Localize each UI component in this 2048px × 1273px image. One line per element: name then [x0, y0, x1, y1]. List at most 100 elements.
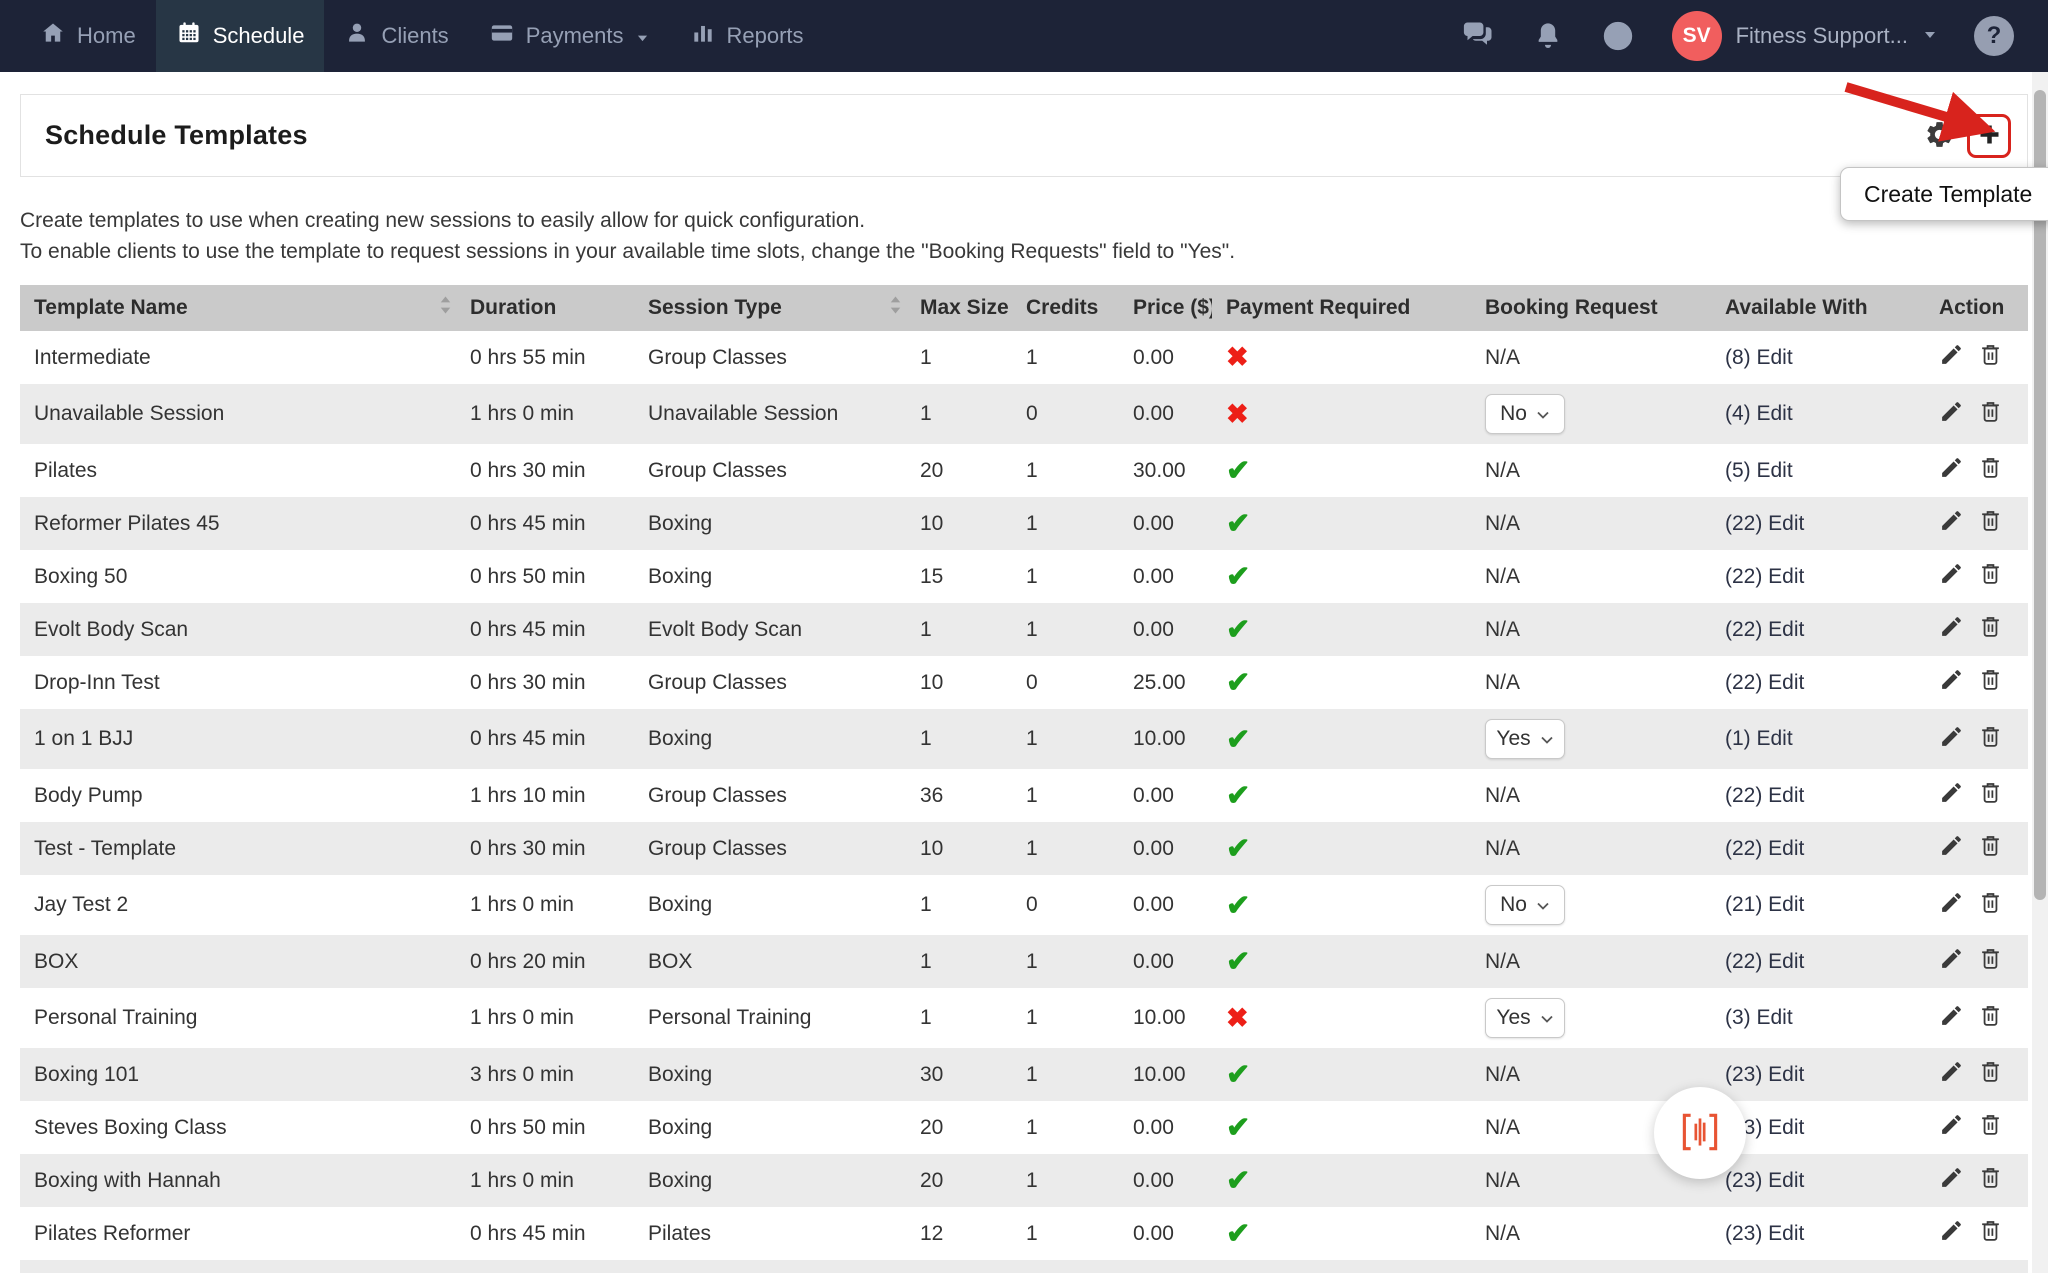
delete-row-button[interactable]: [1978, 946, 2003, 974]
delete-row-button[interactable]: [1978, 508, 2003, 536]
nav-item-schedule[interactable]: Schedule: [156, 0, 325, 72]
available-with-edit-link[interactable]: (23) Edit: [1725, 1169, 1804, 1192]
edit-row-button[interactable]: [1939, 614, 1964, 642]
cell-price: 0.00: [1119, 769, 1212, 822]
edit-row-button[interactable]: [1939, 780, 1964, 808]
available-with-edit-link[interactable]: (1) Edit: [1725, 727, 1793, 750]
delete-row-button[interactable]: [1978, 342, 2003, 370]
edit-row-button[interactable]: [1939, 399, 1964, 427]
available-with-edit-link[interactable]: (22) Edit: [1725, 784, 1804, 807]
edit-row-button[interactable]: [1939, 455, 1964, 483]
edit-row-button[interactable]: [1939, 342, 1964, 370]
edit-row-button[interactable]: [1939, 508, 1964, 536]
scan-fab-button[interactable]: [1654, 1087, 1746, 1179]
cell-max-size-text: 1: [920, 950, 932, 973]
bell-icon[interactable]: [1532, 20, 1564, 52]
column-header-session-type[interactable]: Session Type: [634, 285, 906, 331]
available-with-edit-link[interactable]: (4) Edit: [1725, 402, 1793, 425]
column-header-template-name[interactable]: Template Name: [20, 285, 456, 331]
create-template-button[interactable]: [1967, 114, 2011, 158]
booking-request-select[interactable]: No: [1485, 394, 1565, 434]
available-with-edit-link[interactable]: (23) Edit: [1725, 1063, 1804, 1086]
vertical-scrollbar[interactable]: [2032, 72, 2048, 1273]
delete-row-button[interactable]: [1978, 561, 2003, 589]
booking-request-text: N/A: [1485, 1169, 1520, 1192]
pencil-icon: [1939, 1125, 1964, 1140]
cell-template-name-text: Pilates: [34, 459, 97, 482]
available-with-edit-link[interactable]: (5) Edit: [1725, 459, 1793, 482]
available-with-edit-link[interactable]: (22) Edit: [1725, 837, 1804, 860]
trash-icon: [1978, 903, 2003, 918]
available-with-edit-link[interactable]: (3) Edit: [1725, 1006, 1793, 1029]
available-with-edit-link[interactable]: (22) Edit: [1725, 671, 1804, 694]
available-with-edit-link[interactable]: (22) Edit: [1725, 950, 1804, 973]
edit-row-button[interactable]: [1939, 1112, 1964, 1140]
trash-icon: [1978, 627, 2003, 642]
pencil-icon: [1939, 1178, 1964, 1193]
edit-row-button[interactable]: [1939, 890, 1964, 918]
booking-request-text: N/A: [1485, 784, 1520, 807]
delete-row-button[interactable]: [1978, 780, 2003, 808]
available-with-edit-link[interactable]: (22) Edit: [1725, 618, 1804, 641]
cell-payment-required: ✔: [1212, 935, 1471, 988]
nav-item-home[interactable]: Home: [20, 0, 156, 72]
help-icon[interactable]: ?: [1974, 16, 2014, 56]
cell-duration: 0 hrs 45 min: [456, 497, 634, 550]
booking-request-text: N/A: [1485, 618, 1520, 641]
booking-request-select[interactable]: No: [1485, 885, 1565, 925]
settings-button[interactable]: [1924, 119, 1955, 153]
delete-row-button[interactable]: [1978, 724, 2003, 752]
edit-row-button[interactable]: [1939, 1218, 1964, 1246]
cell-template-name: Evolt Body Scan: [20, 603, 456, 656]
cell-duration: 1 hrs 0 min: [456, 988, 634, 1048]
sort-icon[interactable]: [889, 296, 902, 321]
cell-payment-required: ✔: [1212, 550, 1471, 603]
edit-row-button[interactable]: [1939, 561, 1964, 589]
cell-action: [1925, 550, 2028, 603]
delete-row-button[interactable]: [1978, 455, 2003, 483]
chat-icon[interactable]: [1460, 18, 1496, 54]
edit-row-button[interactable]: [1939, 833, 1964, 861]
nav-item-reports[interactable]: Reports: [670, 0, 824, 72]
edit-row-button[interactable]: [1939, 724, 1964, 752]
delete-row-button[interactable]: [1978, 1165, 2003, 1193]
nav-item-payments[interactable]: Payments: [469, 0, 670, 72]
delete-row-button[interactable]: [1978, 1112, 2003, 1140]
account-menu[interactable]: SV Fitness Support...: [1672, 11, 1938, 61]
delete-row-button[interactable]: [1978, 399, 2003, 427]
available-with-edit-link[interactable]: (23) Edit: [1725, 1222, 1804, 1245]
edit-row-button[interactable]: [1939, 946, 1964, 974]
nav-item-clients[interactable]: Clients: [324, 0, 468, 72]
available-with-edit-link[interactable]: (8) Edit: [1725, 346, 1793, 369]
edit-row-button[interactable]: [1939, 667, 1964, 695]
sort-icon[interactable]: [439, 296, 452, 321]
delete-row-button[interactable]: [1978, 890, 2003, 918]
delete-row-button[interactable]: [1978, 1218, 2003, 1246]
delete-row-button[interactable]: [1978, 667, 2003, 695]
booking-request-text: N/A: [1485, 565, 1520, 588]
delete-row-button[interactable]: [1978, 1003, 2003, 1031]
clock-icon[interactable]: [1600, 18, 1636, 54]
column-header-label: Template Name: [34, 296, 188, 319]
cell-credits-text: 1: [1026, 1222, 1038, 1245]
table-row: Boxing 1013 hrs 0 minBoxing30110.00✔N/A(…: [20, 1048, 2028, 1101]
available-with-edit-link[interactable]: (21) Edit: [1725, 893, 1804, 916]
cell-credits: 1: [1012, 603, 1119, 656]
payment-required-check-icon: ✔: [1226, 561, 1250, 593]
table-row: Intermediate0 hrs 55 minGroup Classes110…: [20, 331, 2028, 384]
available-with-edit-link[interactable]: (22) Edit: [1725, 565, 1804, 588]
cell-available-with: (22) Edit: [1711, 769, 1925, 822]
edit-row-button[interactable]: [1939, 1003, 1964, 1031]
pencil-icon: [1939, 574, 1964, 589]
cell-duration-text: 0 hrs 45 min: [470, 618, 586, 641]
booking-request-select[interactable]: Yes: [1485, 719, 1565, 759]
avatar[interactable]: SV: [1672, 11, 1722, 61]
edit-row-button[interactable]: [1939, 1165, 1964, 1193]
delete-row-button[interactable]: [1978, 833, 2003, 861]
edit-row-button[interactable]: [1939, 1059, 1964, 1087]
delete-row-button[interactable]: [1978, 1059, 2003, 1087]
delete-row-button[interactable]: [1978, 614, 2003, 642]
chevron-down-icon: [1536, 402, 1550, 426]
available-with-edit-link[interactable]: (22) Edit: [1725, 512, 1804, 535]
booking-request-select[interactable]: Yes: [1485, 998, 1565, 1038]
